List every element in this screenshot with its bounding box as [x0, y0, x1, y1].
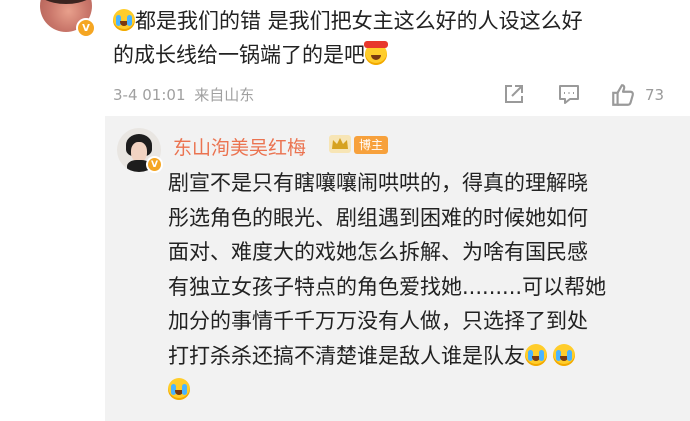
crying-emoji-icon	[525, 343, 547, 366]
comment-meta: 3-4 01:01 来自山东	[113, 84, 258, 105]
like-count: 73	[645, 86, 665, 104]
comment-icon[interactable]	[557, 82, 581, 106]
comment-text-line1: 都是我们的错 是我们把女主这么好的人设这么好	[135, 9, 583, 33]
reply-line: 剧宣不是只有瞎嚷嚷闹哄哄的，得真的理解晓	[168, 171, 588, 195]
crying-emoji-icon	[168, 378, 190, 400]
verified-badge: V	[76, 18, 96, 38]
share-icon[interactable]	[502, 82, 526, 106]
crying-emoji-icon	[113, 9, 135, 31]
reply-line: 打打杀杀还搞不清楚谁是敌人谁是队友	[168, 343, 525, 368]
reply-line: 彤选角色的眼光、剧组遇到困难的时候她如何	[168, 205, 588, 230]
comment-source: 来自山东	[194, 86, 255, 104]
comment-body: 都是我们的错 是我们把女主这么好的人设这么好 的成长线给一锅端了的是吧	[113, 4, 683, 72]
crying-emoji-icon	[553, 343, 575, 366]
reply-line: 加分的事情千千万万没有人做，只选择了到处	[168, 309, 588, 333]
crown-icon	[329, 135, 351, 153]
reply-body: 剧宣不是只有瞎嚷嚷闹哄哄的，得真的理解晓 彤选角色的眼光、剧组遇到困难的时候她如…	[168, 166, 668, 408]
reply-line: 面对、难度大的戏她怎么拆解、为啥有国民感	[168, 240, 588, 264]
reply-line: 有独立女孩子特点的角色爱找她.........可以帮她	[168, 274, 607, 299]
blogger-tag: 博主	[354, 136, 389, 154]
comment-date: 3-4 01:01	[113, 86, 186, 104]
comment-text-line2: 的成长线给一锅端了的是吧	[113, 43, 365, 67]
reply-verified-badge: V	[146, 156, 163, 173]
thumbs-up-icon[interactable]	[610, 82, 636, 108]
laughing-red-emoji-icon	[364, 41, 388, 65]
reply-author-name[interactable]: 东山洵美吴红梅	[173, 133, 306, 160]
